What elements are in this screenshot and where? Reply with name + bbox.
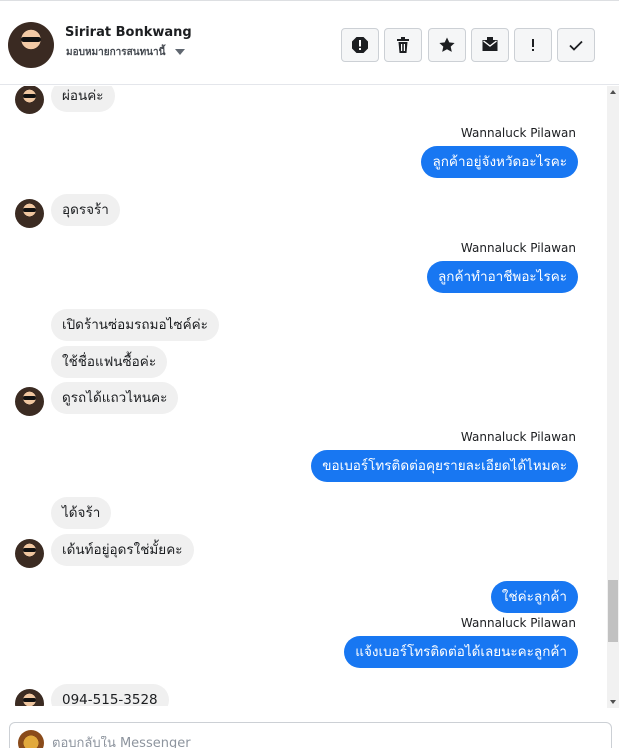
conversation-header: Sirirat Bonkwang มอบหมายการสนทนานี้ — [0, 5, 619, 85]
thread-scrollbar[interactable] — [607, 86, 619, 708]
delete-button[interactable] — [384, 28, 422, 62]
scroll-up-arrow-icon[interactable] — [610, 90, 616, 94]
avatar[interactable] — [8, 22, 54, 68]
spam-report-button[interactable] — [341, 28, 379, 62]
sender-name: Wannaluck Pilawan — [460, 126, 576, 140]
page-avatar — [18, 730, 44, 748]
avatar — [15, 86, 44, 114]
mark-unread-button[interactable] — [471, 28, 509, 62]
outgoing-message[interactable]: ใช่ค่ะลูกค้า — [490, 581, 578, 613]
outgoing-message[interactable]: ลูกค้าอยู่จังหวัดอะไรคะ — [421, 146, 578, 178]
message-thread[interactable]: ผ่อนค่ะ Wannaluck Pilawan ลูกค้าอยู่จังห… — [0, 86, 607, 706]
incoming-message[interactable]: ใช้ชื่อแฟนซื้อค่ะ — [51, 346, 168, 378]
incoming-message[interactable]: อุดรจร้า — [51, 194, 120, 226]
follow-up-icon — [532, 39, 534, 51]
top-divider — [0, 0, 619, 4]
mark-unread-icon — [482, 37, 498, 51]
avatar — [15, 689, 44, 706]
avatar — [15, 539, 44, 568]
sender-name: Wannaluck Pilawan — [460, 241, 576, 255]
scroll-down-arrow-icon[interactable] — [610, 700, 616, 704]
outgoing-message[interactable]: แจ้งเบอร์โทรติดต่อได้เลยนะคะลูกค้า — [344, 636, 578, 668]
sender-name: Wannaluck Pilawan — [460, 430, 576, 444]
incoming-message[interactable]: ผ่อนค่ะ — [51, 86, 115, 112]
star-button[interactable] — [428, 28, 466, 62]
outgoing-message[interactable]: ลูกค้าทำอาชีพอะไรคะ — [427, 261, 578, 293]
incoming-message[interactable]: เปิดร้านซ่อมรถมอไซค์ค่ะ — [51, 309, 219, 341]
follow-up-button[interactable] — [514, 28, 552, 62]
done-check-icon — [569, 40, 583, 51]
incoming-message[interactable]: ได้จร้า — [51, 497, 112, 529]
assign-conversation-label[interactable]: มอบหมายการสนทนานี้ — [66, 45, 165, 60]
incoming-message[interactable]: เด้นท์อยู่อุดรใช่มั้ยคะ — [51, 534, 194, 566]
star-icon — [439, 37, 455, 52]
trash-icon — [397, 37, 409, 53]
sender-name: Wannaluck Pilawan — [460, 616, 576, 630]
mark-done-button[interactable] — [557, 28, 595, 62]
incoming-message[interactable]: ดูรถได้แถวไหนคะ — [51, 382, 179, 414]
incoming-message[interactable]: 094-515-3528 — [51, 684, 169, 706]
contact-name[interactable]: Sirirat Bonkwang — [65, 25, 192, 40]
message-composer[interactable] — [9, 722, 612, 748]
spam-report-icon — [352, 37, 368, 53]
avatar — [15, 199, 44, 228]
avatar — [15, 387, 44, 416]
scrollbar-thumb[interactable] — [608, 580, 618, 642]
outgoing-message[interactable]: ขอเบอร์โทรติดต่อคุยรายละเอียดได้ไหมคะ — [311, 450, 578, 482]
reply-input[interactable] — [52, 736, 592, 748]
chevron-down-icon[interactable] — [175, 49, 185, 55]
